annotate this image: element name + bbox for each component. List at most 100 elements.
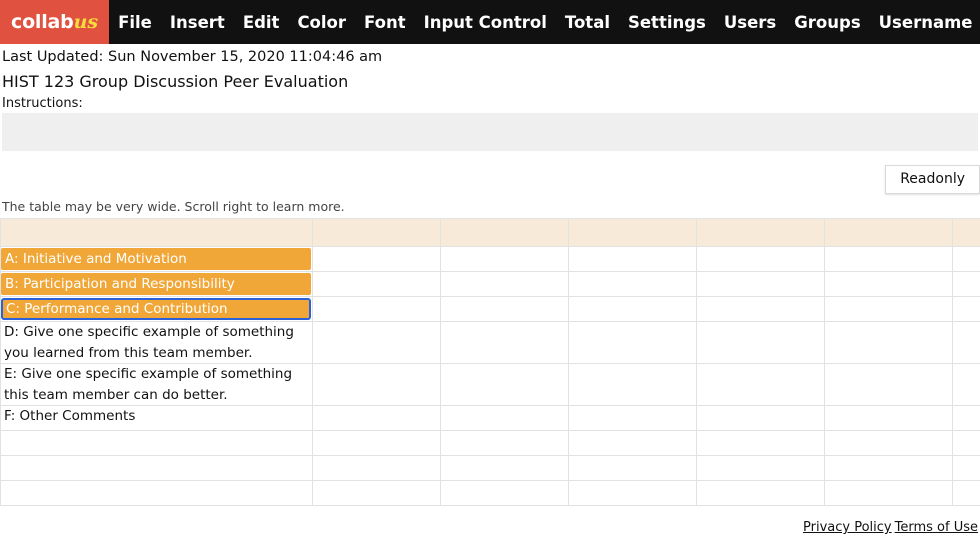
data-cell[interactable] xyxy=(952,321,980,364)
header-cell-member-6[interactable] xyxy=(952,218,980,247)
header-cell-criteria xyxy=(0,218,313,247)
app-logo[interactable]: collab us xyxy=(0,0,110,44)
menu-item-insert[interactable]: Insert xyxy=(161,0,234,44)
data-cell[interactable] xyxy=(824,271,953,297)
table-header-row xyxy=(0,218,980,247)
privacy-policy-link[interactable]: Privacy Policy xyxy=(803,520,892,535)
menu-item-file[interactable]: File xyxy=(109,0,161,44)
data-cell[interactable] xyxy=(824,246,953,272)
data-cell[interactable] xyxy=(824,405,953,431)
evaluation-table-wrapper[interactable]: A: Initiative and Motivation B: Particip… xyxy=(0,218,980,506)
menu-item-font[interactable]: Font xyxy=(355,0,415,44)
data-cell[interactable] xyxy=(952,480,980,506)
table-row xyxy=(0,430,980,456)
menu-item-total[interactable]: Total xyxy=(556,0,619,44)
criterion-label-c[interactable]: C: Performance and Contribution xyxy=(1,298,311,320)
data-cell[interactable] xyxy=(824,321,953,364)
terms-of-use-link[interactable]: Terms of Use xyxy=(895,520,978,535)
data-cell[interactable] xyxy=(568,246,697,272)
data-cell[interactable] xyxy=(952,455,980,481)
menu-item-edit[interactable]: Edit xyxy=(234,0,289,44)
data-cell[interactable] xyxy=(696,321,825,364)
header-cell-member-2[interactable] xyxy=(440,218,569,247)
data-cell[interactable] xyxy=(824,480,953,506)
data-cell[interactable] xyxy=(312,246,441,272)
question-cell-e: E: Give one specific example of somethin… xyxy=(0,363,313,406)
data-cell[interactable] xyxy=(440,321,569,364)
instructions-input[interactable] xyxy=(2,113,978,151)
data-cell[interactable] xyxy=(696,271,825,297)
question-label-e[interactable]: E: Give one specific example of somethin… xyxy=(1,364,312,405)
question-label-f[interactable]: F: Other Comments xyxy=(1,406,312,427)
data-cell[interactable] xyxy=(568,271,697,297)
evaluation-table: A: Initiative and Motivation B: Particip… xyxy=(0,218,980,506)
data-cell[interactable] xyxy=(568,455,697,481)
data-cell[interactable] xyxy=(568,296,697,322)
data-cell[interactable] xyxy=(824,296,953,322)
data-cell[interactable] xyxy=(440,271,569,297)
data-cell[interactable] xyxy=(824,455,953,481)
menu-item-groups[interactable]: Groups xyxy=(785,0,869,44)
data-cell[interactable] xyxy=(568,480,697,506)
data-cell[interactable] xyxy=(568,363,697,406)
data-cell[interactable] xyxy=(440,363,569,406)
scroll-hint-text: The table may be very wide. Scroll right… xyxy=(2,199,345,214)
data-cell[interactable] xyxy=(696,455,825,481)
data-cell[interactable] xyxy=(696,246,825,272)
readonly-button[interactable]: Readonly xyxy=(885,165,980,194)
data-cell[interactable] xyxy=(696,405,825,431)
data-cell[interactable] xyxy=(568,430,697,456)
question-label-d[interactable]: D: Give one specific example of somethin… xyxy=(1,322,312,363)
header-cell-member-1[interactable] xyxy=(312,218,441,247)
data-cell[interactable] xyxy=(952,430,980,456)
data-cell[interactable] xyxy=(696,480,825,506)
empty-criteria-cell[interactable] xyxy=(0,455,313,481)
header-cell-member-5[interactable] xyxy=(824,218,953,247)
menu-item-username[interactable]: Username xyxy=(870,0,980,44)
menu-item-settings[interactable]: Settings xyxy=(619,0,715,44)
instructions-label: Instructions: xyxy=(2,96,83,111)
data-cell[interactable] xyxy=(312,321,441,364)
data-cell[interactable] xyxy=(696,363,825,406)
data-cell[interactable] xyxy=(312,271,441,297)
data-cell[interactable] xyxy=(440,430,569,456)
data-cell[interactable] xyxy=(568,405,697,431)
criterion-label-a[interactable]: A: Initiative and Motivation xyxy=(1,248,311,270)
data-cell[interactable] xyxy=(440,246,569,272)
data-cell[interactable] xyxy=(696,430,825,456)
empty-criteria-cell[interactable] xyxy=(0,430,313,456)
menu-item-users[interactable]: Users xyxy=(715,0,785,44)
data-cell[interactable] xyxy=(312,455,441,481)
data-cell[interactable] xyxy=(824,430,953,456)
page-root: collab us File Insert Edit Color Font Inp… xyxy=(0,0,980,540)
data-cell[interactable] xyxy=(440,455,569,481)
header-cell-member-4[interactable] xyxy=(696,218,825,247)
data-cell[interactable] xyxy=(312,363,441,406)
data-cell[interactable] xyxy=(952,363,980,406)
data-cell[interactable] xyxy=(440,480,569,506)
data-cell[interactable] xyxy=(312,480,441,506)
data-cell[interactable] xyxy=(952,271,980,297)
menu-item-input-control[interactable]: Input Control xyxy=(415,0,556,44)
data-cell[interactable] xyxy=(568,321,697,364)
data-cell[interactable] xyxy=(440,296,569,322)
header-cell-member-3[interactable] xyxy=(568,218,697,247)
data-cell[interactable] xyxy=(696,296,825,322)
data-cell[interactable] xyxy=(952,246,980,272)
main-menu-bar: collab us File Insert Edit Color Font Inp… xyxy=(0,0,980,44)
table-row: A: Initiative and Motivation xyxy=(0,246,980,272)
data-cell[interactable] xyxy=(952,296,980,322)
page-title: HIST 123 Group Discussion Peer Evaluatio… xyxy=(2,72,349,91)
data-cell[interactable] xyxy=(312,296,441,322)
table-row: D: Give one specific example of somethin… xyxy=(0,321,980,364)
table-row: F: Other Comments xyxy=(0,405,980,431)
data-cell[interactable] xyxy=(440,405,569,431)
data-cell[interactable] xyxy=(312,430,441,456)
data-cell[interactable] xyxy=(952,405,980,431)
question-cell-d: D: Give one specific example of somethin… xyxy=(0,321,313,364)
empty-criteria-cell[interactable] xyxy=(0,480,313,506)
criterion-label-b[interactable]: B: Participation and Responsibility xyxy=(1,273,311,295)
data-cell[interactable] xyxy=(312,405,441,431)
menu-item-color[interactable]: Color xyxy=(288,0,355,44)
data-cell[interactable] xyxy=(824,363,953,406)
